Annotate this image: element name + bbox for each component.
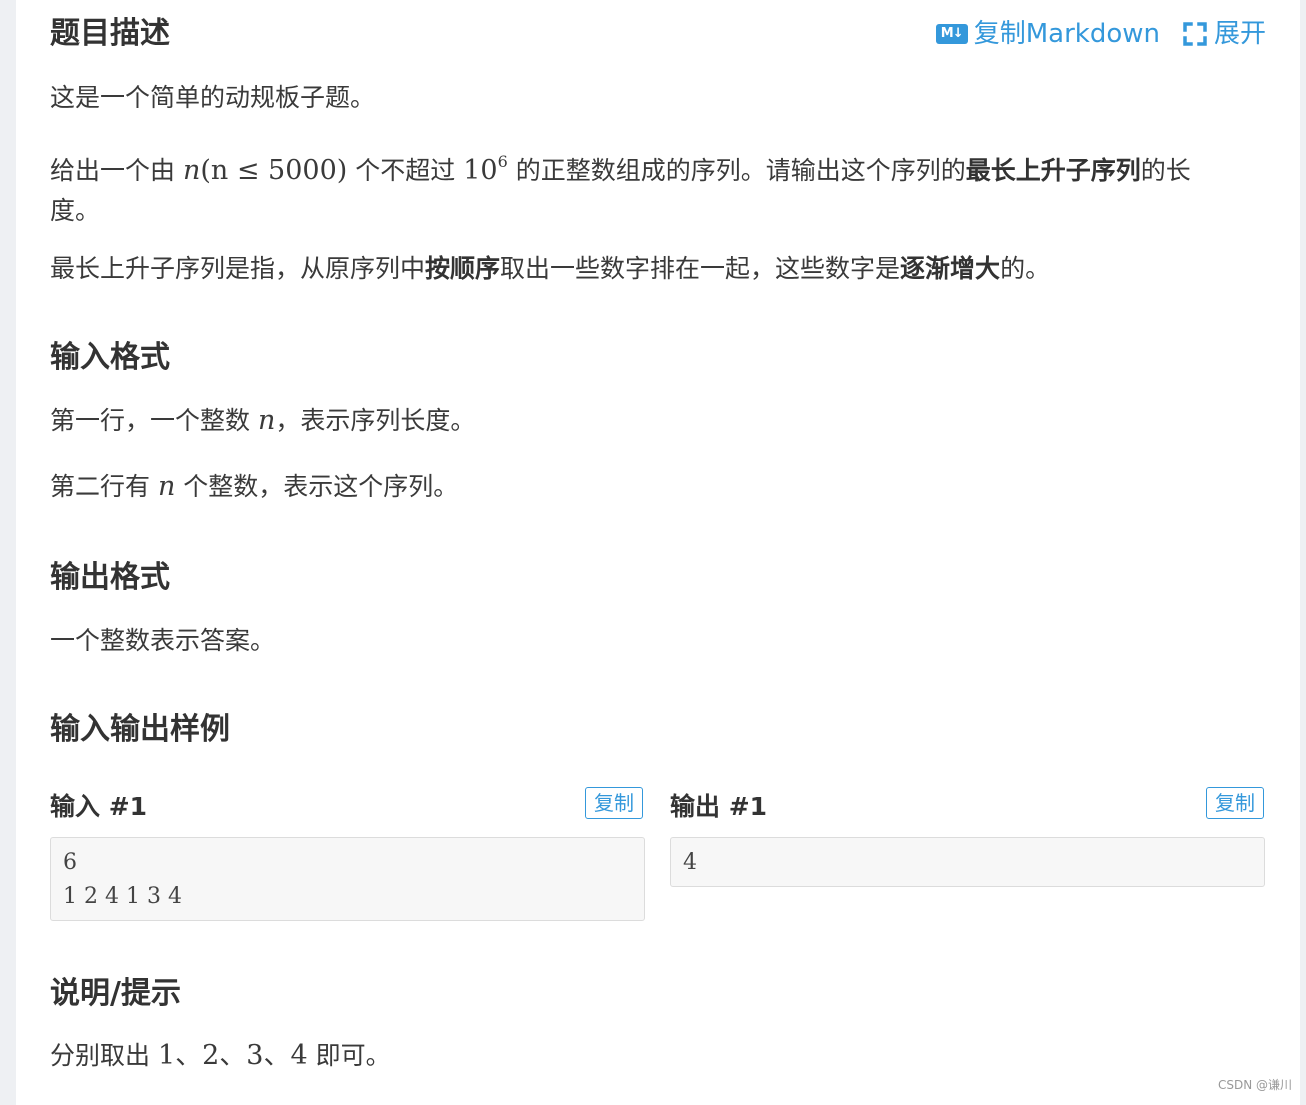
problem-card: M↓ 复制Markdown 展开 题目描述 这是一个简单的动规板子题。 给出一个… bbox=[16, 0, 1300, 1105]
text-span: 个不超过 bbox=[347, 156, 464, 185]
math-base: 10 bbox=[463, 155, 498, 186]
text-span: 的正整数组成的序列。请输出这个序列的 bbox=[507, 156, 966, 185]
description-p2: 给出一个由 n(n ≤ 5000) 个不超过 106 的正整数组成的序列。请输出… bbox=[50, 142, 1250, 231]
math-power: 106 bbox=[463, 152, 508, 186]
bold-term: 逐渐增大 bbox=[900, 254, 1001, 283]
text-span: 的。 bbox=[1000, 254, 1051, 283]
text-span: 度。 bbox=[50, 196, 101, 225]
description-p3: 最长上升子序列是指，从原序列中按顺序取出一些数字排在一起，这些数字是逐渐增大的。 bbox=[50, 249, 1050, 289]
input-format-line2: 第二行有 n 个整数，表示这个序列。 bbox=[50, 467, 458, 507]
expand-label: 展开 bbox=[1213, 19, 1266, 49]
output-format-heading: 输出格式 bbox=[50, 560, 170, 595]
sample-output-box[interactable]: 4 bbox=[670, 837, 1265, 887]
input-format-heading: 输入格式 bbox=[50, 340, 170, 375]
text-span: 最长上升子序列是指，从原序列中 bbox=[50, 254, 426, 283]
math-rest: (n ≤ 5000) bbox=[200, 155, 348, 186]
text-span: 给出一个由 bbox=[50, 156, 183, 185]
text-span: ，表示序列长度。 bbox=[275, 406, 476, 435]
expand-button[interactable]: 展开 bbox=[1182, 14, 1266, 54]
math-var: n bbox=[157, 471, 176, 502]
sample-input-label: 输入 #1 bbox=[50, 792, 148, 821]
description-heading: 题目描述 bbox=[50, 16, 170, 51]
output-format-line1: 一个整数表示答案。 bbox=[50, 626, 276, 655]
bold-term: 按顺序 bbox=[425, 254, 501, 283]
sample-output-label: 输出 #1 bbox=[670, 792, 768, 821]
hint-heading: 说明/提示 bbox=[50, 976, 181, 1011]
text-span: 的长 bbox=[1140, 156, 1191, 185]
text-span: 个整数，表示这个序列。 bbox=[175, 472, 459, 501]
copy-output-button[interactable]: 复制 bbox=[1206, 787, 1264, 819]
copy-markdown-label: 复制Markdown bbox=[973, 19, 1160, 49]
text-span: 取出一些数字排在一起，这些数字是 bbox=[500, 254, 901, 283]
text-span: 第一行，一个整数 bbox=[50, 406, 258, 435]
math-var: n bbox=[257, 405, 276, 436]
description-p1: 这是一个简单的动规板子题。 bbox=[50, 83, 376, 112]
copy-input-button[interactable]: 复制 bbox=[585, 787, 643, 819]
text-span: 即可。 bbox=[307, 1041, 391, 1070]
watermark: CSDN @谦川 bbox=[1217, 1078, 1292, 1092]
problem-toolbar: M↓ 复制Markdown 展开 bbox=[935, 14, 1266, 54]
math-n-constraint: n(n ≤ 5000) bbox=[183, 155, 347, 186]
sample-input-box[interactable]: 6 1 2 4 1 3 4 bbox=[50, 837, 645, 921]
math-var: n bbox=[182, 155, 201, 186]
markdown-icon: M↓ bbox=[935, 24, 968, 44]
math-exp: 6 bbox=[497, 152, 508, 171]
samples-heading: 输入输出样例 bbox=[50, 712, 230, 747]
text-span: 分别取出 bbox=[50, 1041, 158, 1070]
hint-line1: 分别取出 1、2、3、4 即可。 bbox=[50, 1036, 391, 1076]
text-span: 第二行有 bbox=[50, 472, 158, 501]
copy-markdown-button[interactable]: M↓ 复制Markdown bbox=[935, 14, 1160, 54]
bold-term: 最长上升子序列 bbox=[965, 156, 1141, 185]
math-var: n bbox=[158, 471, 175, 502]
math-numbers: 1、2、3、4 bbox=[157, 1040, 308, 1071]
input-format-line1: 第一行，一个整数 n，表示序列长度。 bbox=[50, 401, 475, 441]
expand-icon bbox=[1183, 22, 1207, 46]
math-var: n bbox=[258, 405, 275, 436]
